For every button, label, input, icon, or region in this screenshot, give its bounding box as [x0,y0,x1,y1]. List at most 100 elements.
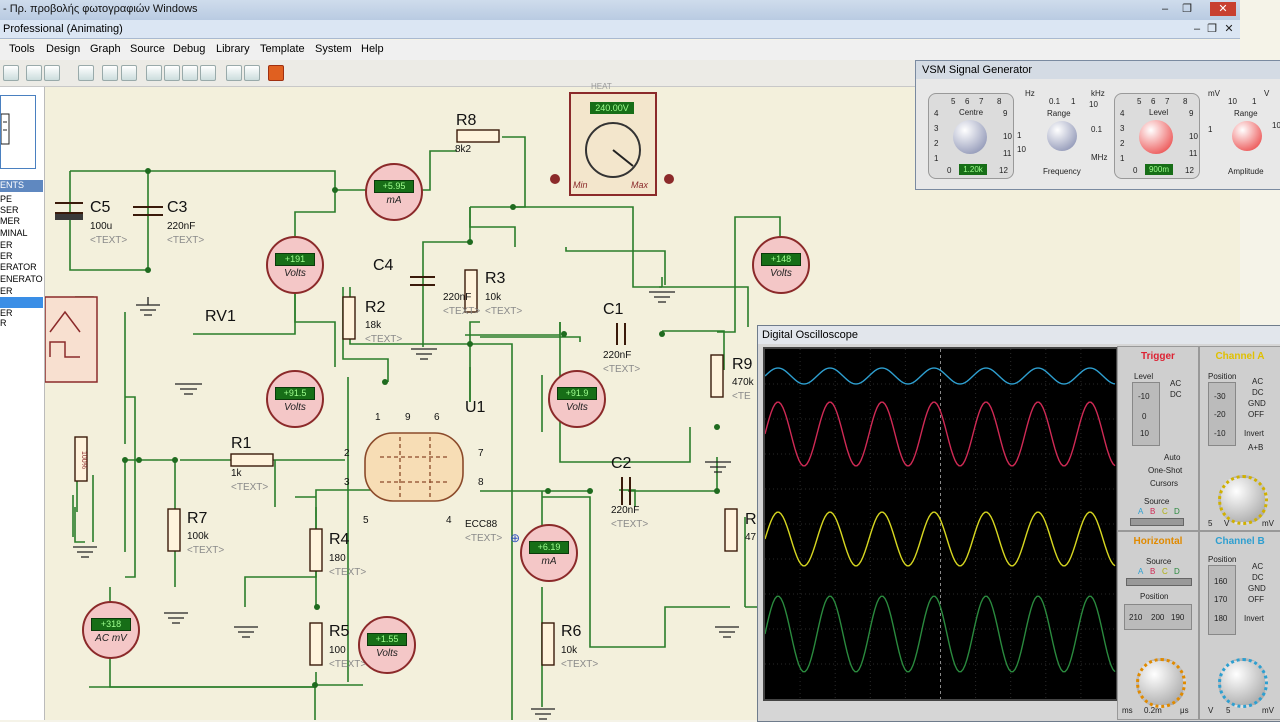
channel-c-trace [764,511,1116,567]
menu-tools[interactable]: Tools [9,43,35,55]
centre-dial-panel: Centre 5 6 7 8 4 9 3 10 2 11 1 0 12 1.20… [928,93,1014,179]
device-item[interactable]: R [0,318,43,329]
horizontal-src-b[interactable]: B [1150,567,1155,576]
menu-help[interactable]: Help [361,43,384,55]
voltmeter-148-unit: Volts [770,268,792,279]
menu-system[interactable]: System [315,43,352,55]
area-icon[interactable] [44,65,60,81]
centre-scale-9: 9 [1003,109,1008,118]
maximize-icon[interactable]: ❐ [1180,2,1194,16]
trigger-auto[interactable]: Auto [1164,453,1180,462]
r9-text: <TE [732,391,751,402]
channel-b-volts-knob[interactable] [1218,658,1268,708]
trigger-ac[interactable]: AC [1170,379,1181,388]
oscilloscope-title-bar[interactable]: Digital Oscilloscope [758,326,1280,344]
find-icon[interactable] [102,65,118,81]
package-icon[interactable] [182,65,198,81]
device-item[interactable]: SER [0,205,43,216]
horizontal-src-d[interactable]: D [1174,567,1180,576]
menu-source[interactable]: Source [130,43,165,55]
app-maximize-icon[interactable]: ❐ [1205,22,1219,36]
horizontal-src-a[interactable]: A [1138,567,1143,576]
channel-b-gnd[interactable]: GND [1248,584,1266,593]
menu-design[interactable]: Design [46,43,80,55]
c2-ref: C2 [611,455,632,472]
channel-b-ac[interactable]: AC [1252,562,1263,571]
channel-a-ac[interactable]: AC [1252,377,1263,386]
pin-6: 6 [434,412,440,423]
trigger-title: Trigger [1141,351,1175,362]
horizontal-source-slider[interactable] [1126,578,1192,586]
voltmeter-1-55-unit: Volts [376,648,398,659]
tools-icon[interactable] [121,65,137,81]
channel-b-invert[interactable]: Invert [1244,614,1264,623]
ares-icon[interactable] [164,65,180,81]
r10-value: 47 [745,532,757,543]
freq-range-0-1b: 0.1 [1091,125,1103,134]
c1-ref: C1 [603,301,624,318]
app-close-icon[interactable]: ✕ [1222,22,1236,36]
channel-a-invert[interactable]: Invert [1244,429,1264,438]
trigger-oneshot[interactable]: One-Shot [1148,466,1182,475]
trigger-dc[interactable]: DC [1170,390,1182,399]
amp-range-knob[interactable] [1232,121,1262,151]
device-item[interactable]: MER [0,216,43,227]
r2-text: <TEXT> [365,334,403,345]
channel-b-title: Channel B [1215,536,1265,547]
app-minimize-icon[interactable]: ‒ [1190,22,1204,36]
freq-range-knob[interactable] [1047,121,1077,151]
channel-a-aplusb[interactable]: A+B [1248,443,1263,452]
bom-icon[interactable] [146,65,162,81]
channel-b-dc[interactable]: DC [1252,573,1264,582]
level-knob[interactable] [1139,120,1173,154]
menu-bar: Tools Design Graph Source Debug Library … [0,40,1240,61]
device-item[interactable]: MINAL [0,228,43,239]
trigger-src-b[interactable]: B [1150,507,1155,516]
timebase-knob[interactable] [1136,658,1186,708]
device-item[interactable]: ER [0,286,43,297]
export-icon[interactable] [244,65,260,81]
design-explorer-icon[interactable] [268,65,284,81]
amp-range-label: Range [1234,109,1258,118]
horizontal-src-c[interactable]: C [1162,567,1168,576]
centre-knob[interactable] [953,120,987,154]
device-item[interactable]: ER [0,251,43,262]
channel-a-off[interactable]: OFF [1248,410,1264,419]
device-item[interactable]: ERATOR [0,262,43,273]
channel-a-volts-knob[interactable] [1218,475,1268,525]
refresh-icon[interactable] [3,65,19,81]
trigger-src-a[interactable]: A [1138,507,1143,516]
centre-scale-2: 2 [934,139,939,148]
menu-template[interactable]: Template [260,43,305,55]
level-label: Level [1149,108,1169,117]
horizontal-position-slider[interactable]: 210 200 190 [1124,604,1192,630]
trigger-cursors[interactable]: Cursors [1150,479,1178,488]
signal-generator-title-bar[interactable]: VSM Signal Generator [916,61,1280,79]
channel-b-off[interactable]: OFF [1248,595,1264,604]
menu-library[interactable]: Library [216,43,250,55]
signal-generator-window[interactable]: VSM Signal Generator Centre 5 6 7 8 4 9 … [915,60,1280,190]
netlist-icon[interactable] [78,65,94,81]
trigger-src-d[interactable]: D [1174,507,1180,516]
oscilloscope-title: Digital Oscilloscope [762,329,858,341]
overview-window[interactable] [0,95,36,169]
device-item[interactable]: ENERATOR [0,274,43,285]
menu-graph[interactable]: Graph [90,43,121,55]
device-item-selected[interactable] [0,297,43,308]
minimize-icon[interactable]: ‒ [1158,2,1172,16]
trigger-src-c[interactable]: C [1162,507,1168,516]
trigger-source-slider[interactable] [1130,518,1184,526]
c3-text: <TEXT> [167,235,205,246]
decompose-icon[interactable] [200,65,216,81]
device-item[interactable]: ER [0,240,43,251]
menu-debug[interactable]: Debug [173,43,205,55]
print-icon[interactable] [26,65,42,81]
report-icon[interactable] [226,65,242,81]
channel-a-dc[interactable]: DC [1252,388,1264,397]
voltmeter-191: +191 Volts [266,236,324,294]
device-item[interactable]: PE [0,194,43,205]
level-scale-8: 8 [1183,97,1188,106]
channel-a-gnd[interactable]: GND [1248,399,1266,408]
horizontal-position-label: Position [1140,592,1169,601]
close-icon[interactable]: ✕ [1210,2,1236,16]
